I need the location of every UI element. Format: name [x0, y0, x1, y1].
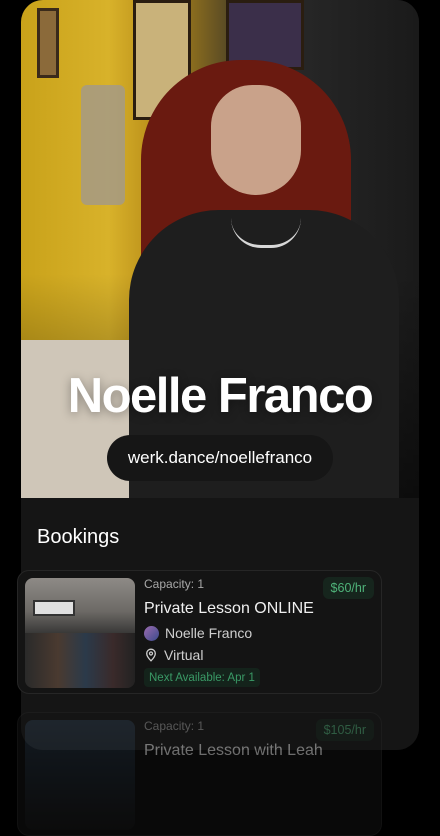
booking-capacity: Capacity: 1	[144, 577, 205, 591]
booking-price-badge: $105/hr	[315, 719, 374, 741]
booking-title: Private Lesson with Leah	[144, 742, 323, 759]
booking-title: Private Lesson ONLINE	[144, 600, 314, 617]
person-face	[211, 85, 301, 195]
wall-decoration	[81, 85, 125, 205]
next-available-badge: Next Available: Apr 1	[144, 668, 260, 687]
thumbnail-sign	[33, 600, 75, 616]
booking-instructor: Noelle Franco	[165, 625, 253, 641]
booking-capacity: Capacity: 1	[144, 719, 205, 733]
profile-url-button[interactable]: werk.dance/noellefranco	[107, 435, 333, 481]
section-title: Bookings	[37, 526, 120, 548]
booking-location: Virtual	[164, 647, 204, 663]
booking-card[interactable]: Capacity: 1 $105/hr Private Lesson with …	[17, 712, 382, 836]
location-pin-icon	[146, 648, 156, 662]
profile-name: Noelle Franco	[67, 369, 374, 423]
booking-location-row: Virtual	[144, 647, 203, 663]
wall-frame	[37, 8, 59, 78]
instructor-avatar-icon	[144, 625, 159, 641]
booking-card[interactable]: Capacity: 1 $60/hr Private Lesson ONLINE…	[17, 570, 382, 694]
booking-price-badge: $60/hr	[322, 577, 374, 599]
thumbnail-crowd	[25, 633, 135, 688]
booking-thumbnail	[25, 578, 135, 688]
booking-instructor-row: Noelle Franco	[144, 625, 252, 641]
profile-hero-image: Noelle Franco werk.dance/noellefranco	[21, 0, 419, 498]
booking-thumbnail	[25, 720, 135, 830]
